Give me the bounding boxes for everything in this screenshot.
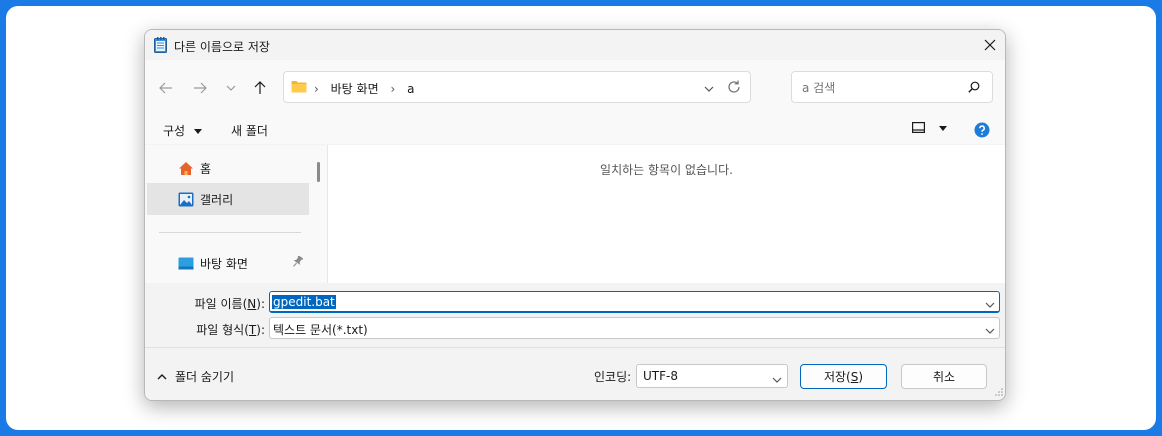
resize-grip-icon[interactable]: [995, 385, 1003, 399]
file-fields: 파일 이름(N): gpedit.bat 파일 형식(T): 텍스트 문서(*.…: [145, 283, 1005, 346]
hide-folders-button[interactable]: 폴더 숨기기: [157, 368, 234, 385]
navigation-pane: 홈 갤러리 바탕 화면: [145, 145, 311, 283]
caret-down-icon: [938, 126, 947, 131]
close-icon: [984, 39, 996, 51]
filetype-dropdown[interactable]: [985, 323, 995, 337]
breadcrumb-separator: ›: [314, 82, 319, 96]
chevron-down-icon: [985, 328, 995, 334]
content-area: 홈 갤러리 바탕 화면 일치하는 항목이 없습니다.: [145, 145, 1005, 283]
home-icon: [178, 161, 194, 176]
search-input[interactable]: [800, 78, 964, 98]
chevron-down-icon: [226, 85, 236, 91]
arrow-left-icon: [159, 82, 172, 94]
recent-locations-button[interactable]: [219, 77, 243, 99]
breadcrumb-item-a[interactable]: a: [407, 82, 414, 96]
encoding-label: 인코딩:: [594, 370, 632, 384]
sidebar-item-gallery[interactable]: 갤러리: [147, 183, 309, 215]
filename-label: 파일 이름(N):: [194, 297, 265, 311]
scrollbar-thumb[interactable]: [317, 162, 320, 182]
sidebar-scrollbar[interactable]: [311, 145, 327, 283]
change-view-button[interactable]: [912, 122, 947, 136]
back-button[interactable]: [154, 77, 178, 99]
cancel-button[interactable]: 취소: [901, 364, 987, 389]
view-pane-icon: [912, 122, 926, 134]
sidebar-item-desktop[interactable]: 바탕 화면: [147, 247, 309, 279]
help-icon: [974, 122, 990, 138]
organize-menu-button[interactable]: 구성: [163, 122, 202, 139]
gallery-icon: [178, 192, 194, 207]
breadcrumb-separator: ›: [390, 82, 396, 96]
search-box: [791, 71, 993, 103]
sidebar-item-home[interactable]: 홈: [147, 152, 309, 184]
filetype-select[interactable]: 텍스트 문서(*.txt): [269, 317, 1000, 339]
arrow-up-icon: [254, 81, 266, 94]
empty-folder-message: 일치하는 항목이 없습니다.: [600, 163, 733, 177]
folder-icon: [291, 80, 307, 96]
close-button[interactable]: [975, 30, 1005, 60]
address-bar[interactable]: › 바탕 화면 › a: [283, 71, 751, 103]
sidebar-item-label: 바탕 화면: [200, 256, 248, 271]
caret-down-icon: [193, 129, 202, 134]
chevron-down-icon: [985, 302, 995, 308]
filetype-label: 파일 형식(T):: [196, 323, 265, 337]
command-toolbar: 구성 새 폴더: [145, 114, 1005, 144]
sidebar-divider: [159, 232, 301, 233]
new-folder-button[interactable]: 새 폴더: [231, 122, 268, 139]
chevron-down-icon: [704, 86, 714, 92]
save-as-dialog: 다른 이름으로 저장 › 바탕 화면 › a a 검색 구성 새 폴더 홈 갤러…: [144, 29, 1006, 401]
breadcrumb-item-desktop[interactable]: 바탕 화면: [331, 82, 379, 96]
dialog-title: 다른 이름으로 저장: [174, 40, 270, 54]
sidebar-item-label: 갤러리: [200, 192, 234, 207]
title-bar: 다른 이름으로 저장: [145, 30, 1005, 60]
desktop-icon: [178, 257, 194, 270]
filetype-value: 텍스트 문서(*.txt): [273, 323, 368, 337]
breadcrumb: › 바탕 화면 › a: [314, 80, 422, 97]
filename-value: gpedit.bat: [272, 295, 336, 309]
notepad-icon: [154, 37, 167, 53]
refresh-button[interactable]: [726, 79, 742, 98]
chevron-down-icon: [772, 372, 782, 386]
help-button[interactable]: [974, 122, 990, 141]
up-button[interactable]: [248, 77, 272, 99]
hide-folders-label: 폴더 숨기기: [175, 370, 235, 384]
chevron-up-icon: [157, 373, 167, 379]
arrow-right-icon: [194, 82, 207, 94]
filename-input[interactable]: gpedit.bat: [269, 291, 1000, 313]
refresh-icon: [728, 80, 740, 93]
search-icon[interactable]: [968, 81, 980, 96]
encoding-select[interactable]: UTF-8: [636, 364, 788, 388]
encoding-value: UTF-8: [643, 369, 678, 383]
save-button[interactable]: 저장(S): [800, 364, 887, 389]
filename-history-dropdown[interactable]: [985, 297, 995, 311]
dialog-footer: 폴더 숨기기 인코딩: UTF-8 저장(S) 취소: [145, 347, 1005, 400]
pin-icon: [293, 255, 304, 270]
sidebar-item-label: 홈: [200, 161, 212, 176]
address-dropdown-button[interactable]: [704, 81, 714, 95]
forward-button[interactable]: [188, 77, 212, 99]
organize-label: 구성: [163, 124, 186, 138]
